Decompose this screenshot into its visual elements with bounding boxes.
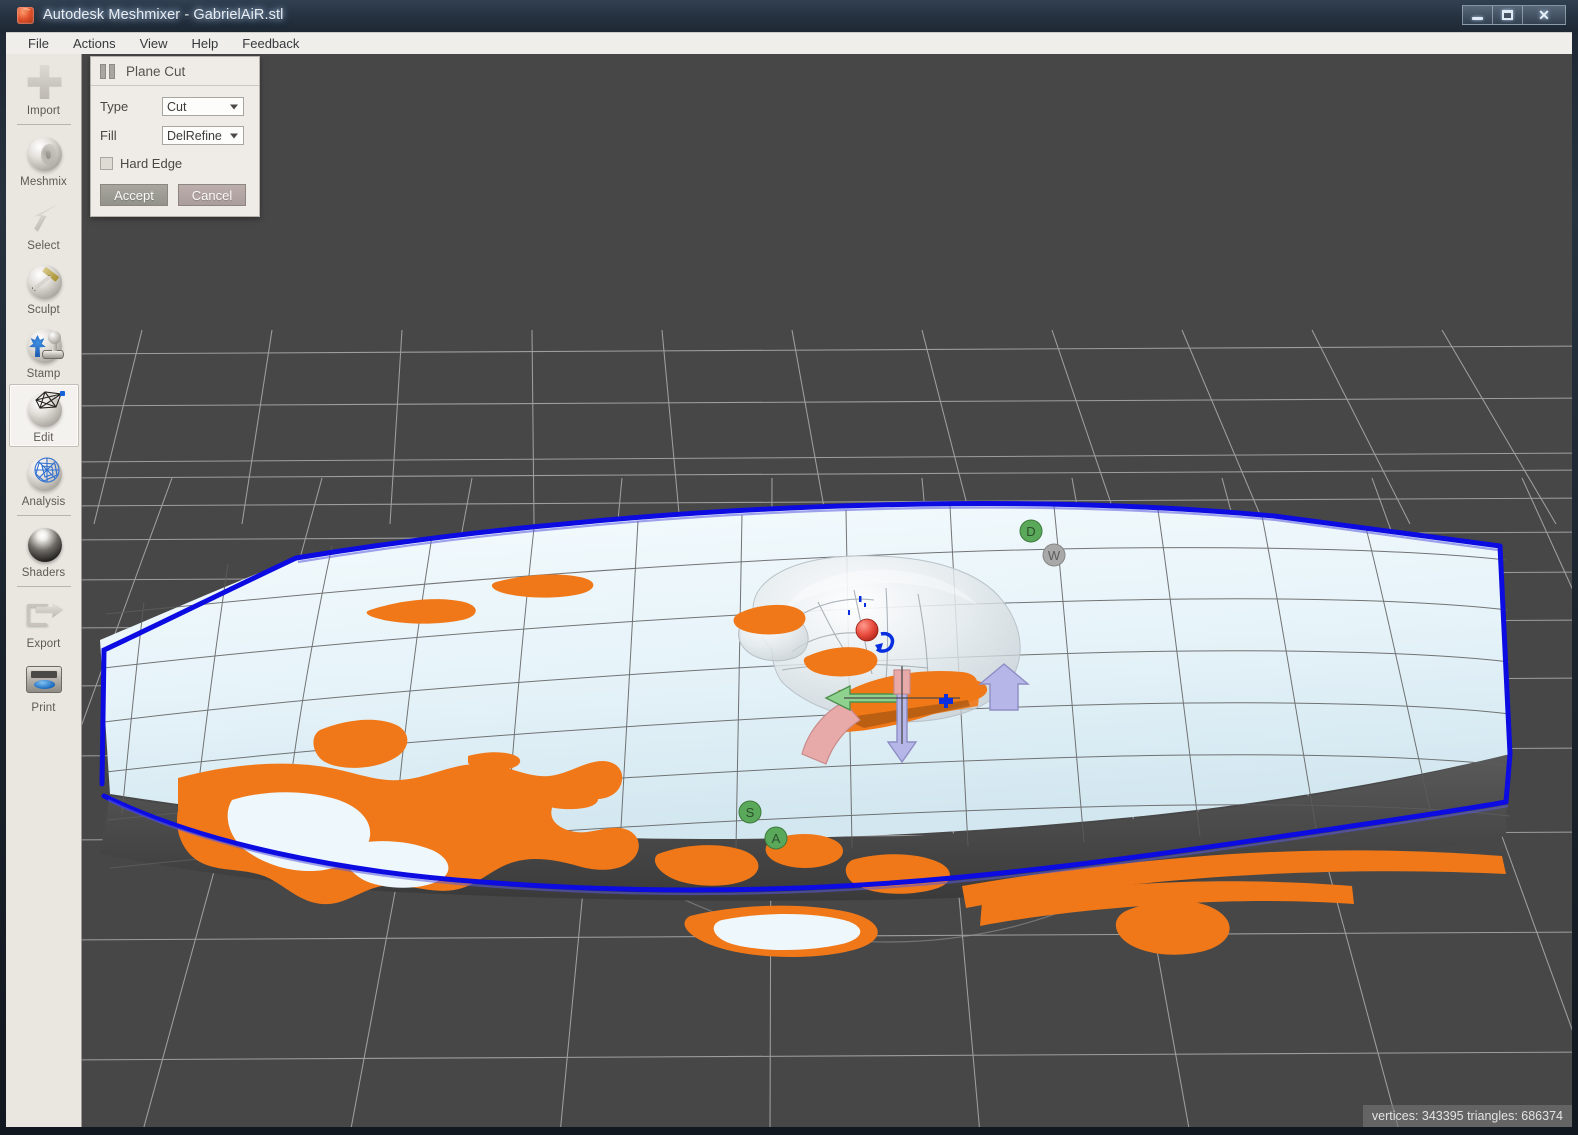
edit-badge-dot [59,391,65,396]
panel-body: Type Cut Fill DelRefine Hard Edge Accept… [91,86,259,216]
3d-scene: D W S A [82,54,1572,1127]
content-area: Import Meshmix Select Sculpt Stamp Edit … [6,54,1572,1127]
close-button[interactable]: ✕ [1522,5,1566,25]
application-window: Autodesk Meshmixer - GabrielAiR.stl ✕ Fi… [0,0,1578,1135]
title-bar: Autodesk Meshmixer - GabrielAiR.stl ✕ [0,0,1578,30]
cursor-arrow-icon [22,197,66,239]
tool-label: Import [26,105,61,117]
marker-w[interactable]: W [1042,543,1066,567]
tool-label: Select [27,240,60,252]
sidebar-item-analysis[interactable]: Analysis [9,448,79,511]
tool-label: Analysis [21,496,66,508]
glossy-ball-icon [22,524,66,566]
stamp-icon [22,325,66,367]
panel-actions: Accept Cancel [100,184,250,206]
marker-s[interactable]: S [738,800,762,824]
printer-icon [22,659,66,701]
panel-title: Plane Cut [126,63,186,79]
marker-w-label: W [1048,548,1061,563]
chevron-down-icon [230,133,238,138]
tool-label: Shaders [21,567,66,579]
marker-d-label: D [1026,524,1035,539]
tool-label: Meshmix [20,176,67,188]
menu-bar: File Actions View Help Feedback [6,32,1572,54]
type-label: Type [100,99,129,114]
hard-edge-label: Hard Edge [120,155,183,171]
export-arrow-icon [22,595,66,637]
status-bar: vertices: 343395 triangles: 686374 [1362,1105,1572,1127]
marker-a-label: A [772,831,781,846]
cancel-button[interactable]: Cancel [178,184,246,206]
fill-value: DelRefine [167,128,222,143]
marker-s-label: S [746,805,755,820]
fill-row: Fill DelRefine [100,123,250,148]
type-row: Type Cut [100,94,250,119]
hard-edge-row[interactable]: Hard Edge [100,152,250,174]
tool-label: Edit [33,432,54,444]
minimize-icon [1472,16,1483,20]
chevron-down-icon [230,104,238,109]
type-value: Cut [167,99,187,114]
brush-sphere-icon [22,261,66,303]
sidebar-item-sculpt[interactable]: Sculpt [9,256,79,319]
menu-help[interactable]: Help [180,34,231,53]
tool-label: Export [26,638,61,650]
menu-view[interactable]: View [128,34,180,53]
toolbar-divider [16,515,71,516]
fill-label: Fill [100,128,117,143]
tool-label: Sculpt [27,304,60,316]
sidebar-item-select[interactable]: Select [9,192,79,255]
sidebar-item-meshmix[interactable]: Meshmix [9,128,79,191]
marker-a[interactable]: A [764,826,788,850]
sidebar-item-import[interactable]: Import [9,57,79,120]
face-sphere-icon [22,133,66,175]
analysis-mesh-glyph [33,457,60,483]
meshmixer-cube-logo-icon [17,6,34,24]
sidebar-item-edit[interactable]: Edit [8,384,79,447]
menu-actions[interactable]: Actions [61,34,128,53]
sidebar-item-stamp[interactable]: Stamp [9,320,79,383]
fill-dropdown[interactable]: DelRefine [162,126,244,145]
wireframe-sphere-icon [22,389,66,431]
hard-edge-checkbox[interactable] [100,156,113,170]
plane-cut-panel: Plane Cut Type Cut Fill DelRefine Hard E… [90,56,260,217]
tool-label: Print [31,702,56,714]
accept-button[interactable]: Accept [100,184,168,206]
window-controls: ✕ [1462,5,1566,25]
sidebar-item-export[interactable]: Export [9,590,79,653]
menu-file[interactable]: File [16,34,61,53]
toolbar-divider [16,124,71,125]
type-dropdown[interactable]: Cut [162,97,244,116]
gizmo-center-handle[interactable] [855,618,879,642]
menu-feedback[interactable]: Feedback [230,34,311,53]
window-title: Autodesk Meshmixer - GabrielAiR.stl [43,7,284,23]
minimize-button[interactable] [1462,5,1492,25]
close-icon: ✕ [1538,7,1550,23]
maximize-icon [1502,10,1513,20]
tools-sidebar: Import Meshmix Select Sculpt Stamp Edit … [6,54,82,1127]
maximize-button[interactable] [1492,5,1522,25]
panel-header: Plane Cut [91,57,259,86]
sidebar-item-shaders[interactable]: Shaders [9,519,79,582]
marker-d[interactable]: D [1019,519,1043,543]
plane-cut-icon [100,63,117,79]
tool-label: Stamp [26,368,61,380]
sidebar-item-print[interactable]: Print [9,654,79,717]
plus-icon [22,62,66,104]
toolbar-divider [16,586,71,587]
3d-viewport[interactable]: D W S A [82,54,1572,1127]
analysis-mesh-icon [22,453,66,495]
